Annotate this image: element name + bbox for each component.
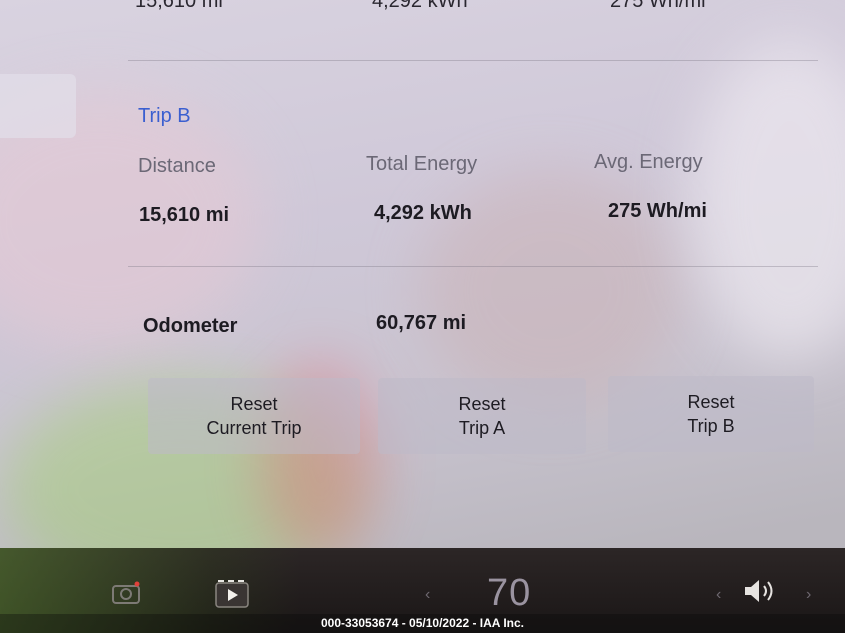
avg-energy-header: Avg. Energy	[594, 151, 703, 173]
total-energy-header: Total Energy	[366, 153, 478, 175]
trip-b-total-energy-value: 4,292 kWh	[374, 202, 472, 224]
reset-trip-a-label-line1: Reset	[458, 394, 506, 414]
auction-watermark: 000-33053674 - 05/10/2022 - IAA Inc.	[0, 614, 845, 633]
distance-header: Distance	[138, 155, 216, 177]
previous-distance-value: 15,610 mi	[135, 0, 223, 12]
temperature-readout: 70	[487, 572, 532, 614]
section-divider	[128, 266, 818, 267]
reset-current-trip-label-line1: Reset	[230, 394, 278, 414]
reset-trip-b-label-line1: Reset	[687, 392, 735, 412]
section-divider	[128, 60, 818, 61]
previous-trip-row: 15,610 mi 4,292 kWh 275 Wh/mi	[0, 0, 845, 14]
camera-icon[interactable]	[108, 578, 144, 608]
sidebar-tab[interactable]	[0, 74, 76, 138]
reset-trip-a-button[interactable]: Reset Trip A	[378, 378, 586, 454]
trip-b-avg-energy-value: 275 Wh/mi	[608, 200, 707, 222]
reset-trip-b-button[interactable]: Reset Trip B	[608, 376, 814, 452]
reflection-glare	[690, 40, 845, 360]
volume-increase-chevron[interactable]: ›	[806, 586, 811, 604]
tesla-trips-screen: 15,610 mi 4,292 kWh 275 Wh/mi Trip B Dis…	[0, 0, 845, 633]
reset-current-trip-button[interactable]: Reset Current Trip	[148, 378, 360, 454]
temperature-decrease-chevron[interactable]: ‹	[425, 586, 430, 604]
reset-current-trip-label-line2: Current Trip	[206, 418, 302, 438]
trip-b-distance-value: 15,610 mi	[139, 204, 230, 226]
media-play-icon[interactable]	[212, 578, 252, 610]
trip-b-title: Trip B	[138, 105, 191, 127]
reset-trip-a-label-line2: Trip A	[458, 418, 506, 438]
volume-decrease-chevron[interactable]: ‹	[716, 586, 721, 604]
reset-trip-b-label-line2: Trip B	[687, 416, 735, 436]
odometer-label: Odometer	[143, 315, 238, 337]
previous-total-energy-value: 4,292 kWh	[372, 0, 468, 12]
odometer-value: 60,767 mi	[376, 312, 467, 334]
volume-icon[interactable]	[740, 574, 780, 608]
previous-avg-energy-value: 275 Wh/mi	[610, 0, 706, 12]
